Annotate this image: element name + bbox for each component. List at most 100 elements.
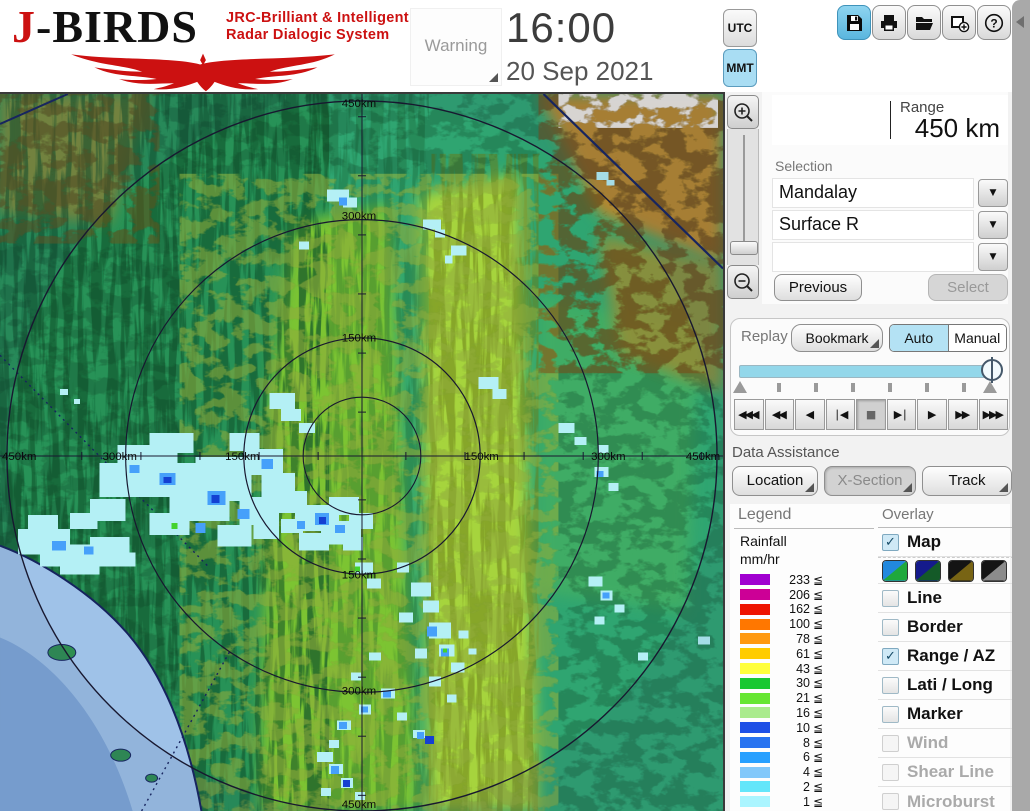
ring-label: 150km: [464, 451, 498, 463]
rewind-fast-button[interactable]: ◀◀: [764, 399, 795, 430]
ring-label: 300km: [102, 451, 136, 463]
legend-subtitle: Rainfall mm/hr: [734, 532, 874, 568]
data-assistance-label: Data Assistance: [732, 444, 840, 461]
legend-lte-symbol: ≦: [813, 705, 824, 720]
step-back-button[interactable]: ❘◀: [825, 399, 856, 430]
legend-lte-symbol: ≦: [813, 587, 824, 602]
panel-rail: [1012, 0, 1030, 811]
legend-color-swatch: [740, 737, 770, 749]
replay-timeline-thumb[interactable]: [981, 357, 1003, 383]
map-style-swatch-2[interactable]: [915, 559, 941, 582]
ring-label: 150km: [342, 332, 376, 344]
overlay-row-map: ✓ Map: [878, 528, 1014, 557]
replay-timeline-track[interactable]: [739, 365, 1001, 378]
open-folder-button[interactable]: [907, 5, 941, 40]
track-button[interactable]: Track: [922, 466, 1012, 496]
chevron-down-icon[interactable]: ▼: [978, 243, 1008, 271]
replay-mode-toggle: Auto Manual: [889, 324, 1007, 352]
help-icon: ?: [984, 13, 1004, 32]
legend-value: 43: [796, 661, 810, 676]
timeline-tick: [888, 383, 892, 392]
legend-color-swatch: [740, 796, 770, 808]
forward-fast-button[interactable]: ▶▶: [947, 399, 978, 430]
panel-collapse-handle[interactable]: [1016, 16, 1024, 28]
map-style-swatches: [878, 557, 1014, 584]
x-section-button[interactable]: X-Section: [824, 466, 916, 496]
manual-button[interactable]: Manual: [947, 325, 1006, 351]
utc-button[interactable]: UTC: [723, 9, 757, 47]
print-icon: [881, 14, 897, 31]
overlay-row-range-az: ✓ Range / AZ: [878, 642, 1014, 671]
product-dropdown[interactable]: Surface R: [772, 210, 974, 240]
jump-end-button[interactable]: ▶▶▶: [978, 399, 1009, 430]
overlay-row-lati-long: Lati / Long: [878, 671, 1014, 700]
marker-checkbox[interactable]: [882, 705, 899, 723]
legend-lte-symbol: ≦: [813, 676, 824, 691]
radar-map[interactable]: 450km 300km 150km 150km 300km 450km 450k…: [0, 92, 725, 811]
timeline-tick: [851, 383, 855, 392]
zoom-in-button[interactable]: [727, 95, 759, 129]
ring-label: 450km: [342, 799, 376, 811]
ring-label: 300km: [342, 211, 376, 223]
bookmark-button[interactable]: Bookmark: [791, 324, 883, 352]
border-checkbox[interactable]: [882, 618, 899, 636]
stop-button[interactable]: ■: [856, 399, 886, 430]
chevron-down-icon[interactable]: ▼: [978, 179, 1008, 207]
site-dropdown[interactable]: Mandalay: [772, 178, 974, 208]
map-checkbox[interactable]: ✓: [882, 533, 899, 551]
timeline-tick: [925, 383, 929, 392]
zoom-out-button[interactable]: [727, 265, 759, 299]
legend-subtitle-line1: Rainfall: [740, 533, 787, 549]
legend-row: 2 ≦: [734, 780, 874, 795]
range-az-checkbox[interactable]: ✓: [882, 647, 899, 665]
map-style-swatch-3[interactable]: [948, 559, 974, 582]
map-zoom-slider-thumb[interactable]: [730, 241, 758, 255]
legend-row: 16 ≦: [734, 706, 874, 721]
extra-dropdown[interactable]: [772, 242, 974, 272]
legend-lte-symbol: ≦: [813, 750, 824, 765]
map-zoom-slider[interactable]: [727, 129, 759, 265]
legend-color-swatch: [740, 707, 770, 719]
previous-button[interactable]: Previous: [774, 274, 862, 301]
line-checkbox[interactable]: [882, 589, 899, 607]
timeline-tick: [962, 383, 966, 392]
control-panel: Myanmar DMH Range 450 km Selection Manda…: [726, 44, 1014, 811]
map-style-swatch-1[interactable]: [882, 559, 908, 582]
legend-lte-symbol: ≦: [813, 572, 824, 587]
legend-value: 10: [796, 720, 810, 735]
overlay-item-label: Shear Line: [907, 762, 994, 781]
rewind-button[interactable]: ◀: [795, 399, 825, 430]
legend-value: 6: [803, 750, 810, 765]
step-forward-button[interactable]: ▶❘: [886, 399, 917, 430]
warning-button[interactable]: Warning: [410, 8, 502, 86]
print-button[interactable]: [872, 5, 906, 40]
select-button[interactable]: Select: [928, 274, 1008, 301]
chevron-down-icon[interactable]: ▼: [978, 211, 1008, 239]
location-button[interactable]: Location: [732, 466, 818, 496]
mmt-button[interactable]: MMT: [723, 49, 757, 87]
logo-subtitle-line1: JRC-Brilliant & Intelligent: [226, 10, 409, 26]
map-zoom-slider-track: [743, 135, 745, 253]
legend-lte-symbol: ≦: [813, 720, 824, 735]
jump-start-button[interactable]: ◀◀◀: [734, 399, 764, 430]
playback-controls: ◀◀◀ ◀◀ ◀ ❘◀ ■ ▶❘ ▶ ▶▶ ▶▶▶: [734, 399, 1009, 430]
legend-color-swatch: [740, 781, 770, 793]
legend-lte-symbol: ≦: [813, 779, 824, 794]
auto-button[interactable]: Auto: [890, 325, 948, 351]
selection-row-extra: ▼: [772, 242, 1008, 272]
legend-rows: 233 ≦ 206 ≦ 162 ≦ 100 ≦ 78 ≦ 61 ≦ 43 ≦ 30 ≦ 21 ≦ …: [734, 572, 874, 809]
range-divider: [890, 101, 891, 139]
save-button[interactable]: [837, 5, 871, 40]
map-style-swatch-4[interactable]: [981, 559, 1007, 582]
overlay-row-shear-line: Shear Line: [878, 758, 1014, 787]
play-button[interactable]: ▶: [917, 399, 947, 430]
radar-map-canvas: 450km 300km 150km 150km 300km 450km 450k…: [0, 94, 723, 811]
lati-long-checkbox[interactable]: [882, 676, 899, 694]
eagle-logo-icon: [71, 53, 335, 92]
legend-color-swatch: [740, 677, 770, 689]
legend-value: 61: [796, 646, 810, 661]
overlay-row-border: Border: [878, 613, 1014, 642]
add-image-button[interactable]: [942, 5, 976, 40]
help-button[interactable]: ?: [977, 5, 1011, 40]
legend-lte-symbol: ≦: [813, 794, 824, 809]
